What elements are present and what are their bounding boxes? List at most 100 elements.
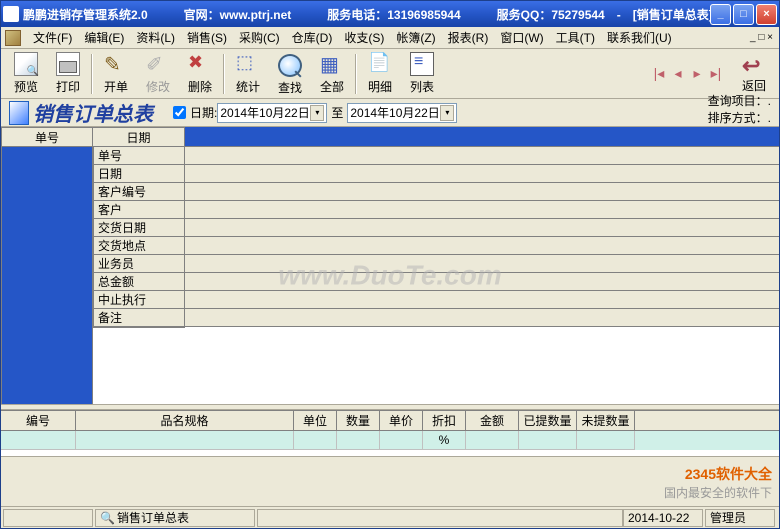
date-from-input[interactable]: 2014年10月22日▾ <box>217 103 327 123</box>
mdi-background: 2345软件大全 国内最安全的软件下 <box>1 456 779 506</box>
find-button[interactable]: 查找 <box>269 51 311 97</box>
lower-row: % <box>1 431 779 450</box>
detail-button[interactable]: 明细 <box>359 51 401 97</box>
status-user: 管理员 <box>705 509 775 527</box>
title-bar[interactable]: 鹏鹏进销存管理系统2.0 官网：www.ptrj.net 服务电话：131969… <box>1 1 779 27</box>
menu-report[interactable]: 报表(R) <box>442 27 495 48</box>
preview-button[interactable]: 预览 <box>5 51 47 97</box>
field-item[interactable]: 日期 <box>94 165 184 183</box>
field-item[interactable]: 中止执行 <box>94 291 184 309</box>
minimize-button[interactable]: _ <box>710 4 731 25</box>
field-item[interactable]: 业务员 <box>94 255 184 273</box>
menu-bar: 文件(F) 编辑(E) 资料(L) 销售(S) 采购(C) 仓库(D) 收支(S… <box>1 27 779 49</box>
field-item[interactable]: 客户编号 <box>94 183 184 201</box>
nav-next-icon[interactable]: ▸ <box>688 65 706 83</box>
col-body-order[interactable] <box>1 147 93 404</box>
chevron-down-icon[interactable]: ▾ <box>310 105 324 121</box>
nav-last-icon[interactable]: ▸| <box>707 65 725 83</box>
field-picker: 单号 日期 客户编号 客户 交货日期 交货地点 业务员 总金额 中止执行 备注 <box>93 147 185 328</box>
lower-col[interactable]: 品名规格 <box>76 411 294 430</box>
menu-ledger[interactable]: 帐簿(Z) <box>390 27 441 48</box>
field-item[interactable]: 总金额 <box>94 273 184 291</box>
stat-icon <box>236 52 260 76</box>
chevron-down-icon[interactable]: ▾ <box>440 105 454 121</box>
menu-purchase[interactable]: 采购(C) <box>233 27 286 48</box>
new-button[interactable]: 开单 <box>95 51 137 97</box>
delete-button[interactable]: 删除 <box>179 51 221 97</box>
date-to-input[interactable]: 2014年10月22日▾ <box>347 103 457 123</box>
lower-cell[interactable] <box>380 431 423 450</box>
lower-col[interactable]: 已提数量 <box>519 411 577 430</box>
lower-grid: 编号品名规格单位数量单价折扣金额已提数量未提数量 % <box>1 410 779 456</box>
lower-cell[interactable] <box>466 431 519 450</box>
filter-bar: 销售订单总表 日期: 2014年10月22日▾ 至 2014年10月22日▾ 查… <box>1 99 779 127</box>
query-label: 查询项目：. <box>708 92 771 109</box>
detail-icon <box>368 52 392 76</box>
list-button[interactable]: 列表 <box>401 51 443 97</box>
all-button[interactable]: 全部 <box>311 51 353 97</box>
lower-col[interactable]: 编号 <box>1 411 76 430</box>
new-icon <box>104 52 128 76</box>
lower-cell[interactable] <box>519 431 577 450</box>
nav-prev-icon[interactable]: ◂ <box>669 65 687 83</box>
back-button[interactable]: 返回 <box>733 51 775 97</box>
field-item[interactable]: 备注 <box>94 309 184 327</box>
main-area: 单号 日期 单号 日期 客户编号 客户 交货日期 交货地点 业务员 <box>1 127 779 456</box>
toolbar: 预览 打印 开单 修改 删除 统计 查找 全部 明细 列表 |◂ ◂ ▸ ▸| … <box>1 49 779 99</box>
grid-header-selected[interactable] <box>185 127 779 147</box>
child-close-hint[interactable]: _ □ × <box>750 32 779 43</box>
app-window: 鹏鹏进销存管理系统2.0 官网：www.ptrj.net 服务电话：131969… <box>0 0 780 529</box>
edit-icon <box>146 52 170 76</box>
date-checkbox[interactable] <box>173 106 186 119</box>
lower-cell[interactable] <box>577 431 635 450</box>
lower-col[interactable]: 折扣 <box>423 411 466 430</box>
print-button[interactable]: 打印 <box>47 51 89 97</box>
menu-file[interactable]: 文件(F) <box>27 27 78 48</box>
window-title: 鹏鹏进销存管理系统2.0 官网：www.ptrj.net 服务电话：131969… <box>23 6 710 23</box>
menu-finance[interactable]: 收支(S) <box>338 27 390 48</box>
menu-sales[interactable]: 销售(S) <box>181 27 233 48</box>
preview-icon <box>14 52 38 76</box>
lower-col[interactable]: 单价 <box>380 411 423 430</box>
lower-cell[interactable] <box>1 431 76 450</box>
menu-tools[interactable]: 工具(T) <box>550 27 601 48</box>
lower-columns: 编号品名规格单位数量单价折扣金额已提数量未提数量 <box>1 411 779 431</box>
menu-data[interactable]: 资料(L) <box>130 27 181 48</box>
col-date[interactable]: 日期 <box>93 127 185 147</box>
find-icon <box>278 54 302 77</box>
menu-icon <box>5 30 21 46</box>
menu-edit[interactable]: 编辑(E) <box>78 27 130 48</box>
back-icon <box>742 53 766 77</box>
lower-cell[interactable]: % <box>423 431 466 450</box>
list-icon <box>410 52 434 76</box>
nav-first-icon[interactable]: |◂ <box>650 65 668 83</box>
menu-warehouse[interactable]: 仓库(D) <box>286 27 339 48</box>
print-icon <box>56 52 80 76</box>
to-label: 至 <box>331 104 343 121</box>
lower-col[interactable]: 数量 <box>337 411 380 430</box>
edit-button: 修改 <box>137 51 179 97</box>
sort-label: 排序方式：. <box>708 109 771 126</box>
field-item[interactable]: 单号 <box>94 147 184 165</box>
close-button[interactable]: × <box>756 4 777 25</box>
maximize-button[interactable]: □ <box>733 4 754 25</box>
record-nav: |◂ ◂ ▸ ▸| <box>650 65 725 83</box>
col-order-no[interactable]: 单号 <box>1 127 93 147</box>
page-title: 销售订单总表 <box>33 98 153 127</box>
all-icon <box>320 52 344 76</box>
field-item[interactable]: 交货地点 <box>94 237 184 255</box>
menu-contact[interactable]: 联系我们(U) <box>601 27 678 48</box>
status-tab: 🔍销售订单总表 <box>95 509 255 527</box>
upper-grid: 单号 日期 单号 日期 客户编号 客户 交货日期 交货地点 业务员 <box>1 127 779 404</box>
lower-col[interactable]: 单位 <box>294 411 337 430</box>
field-item[interactable]: 交货日期 <box>94 219 184 237</box>
lower-cell[interactable] <box>76 431 294 450</box>
lower-col[interactable]: 未提数量 <box>577 411 635 430</box>
stat-button[interactable]: 统计 <box>227 51 269 97</box>
menu-window[interactable]: 窗口(W) <box>494 27 549 48</box>
lower-col[interactable]: 金额 <box>466 411 519 430</box>
date-label: 日期: <box>190 104 217 121</box>
lower-cell[interactable] <box>294 431 337 450</box>
field-item[interactable]: 客户 <box>94 201 184 219</box>
lower-cell[interactable] <box>337 431 380 450</box>
